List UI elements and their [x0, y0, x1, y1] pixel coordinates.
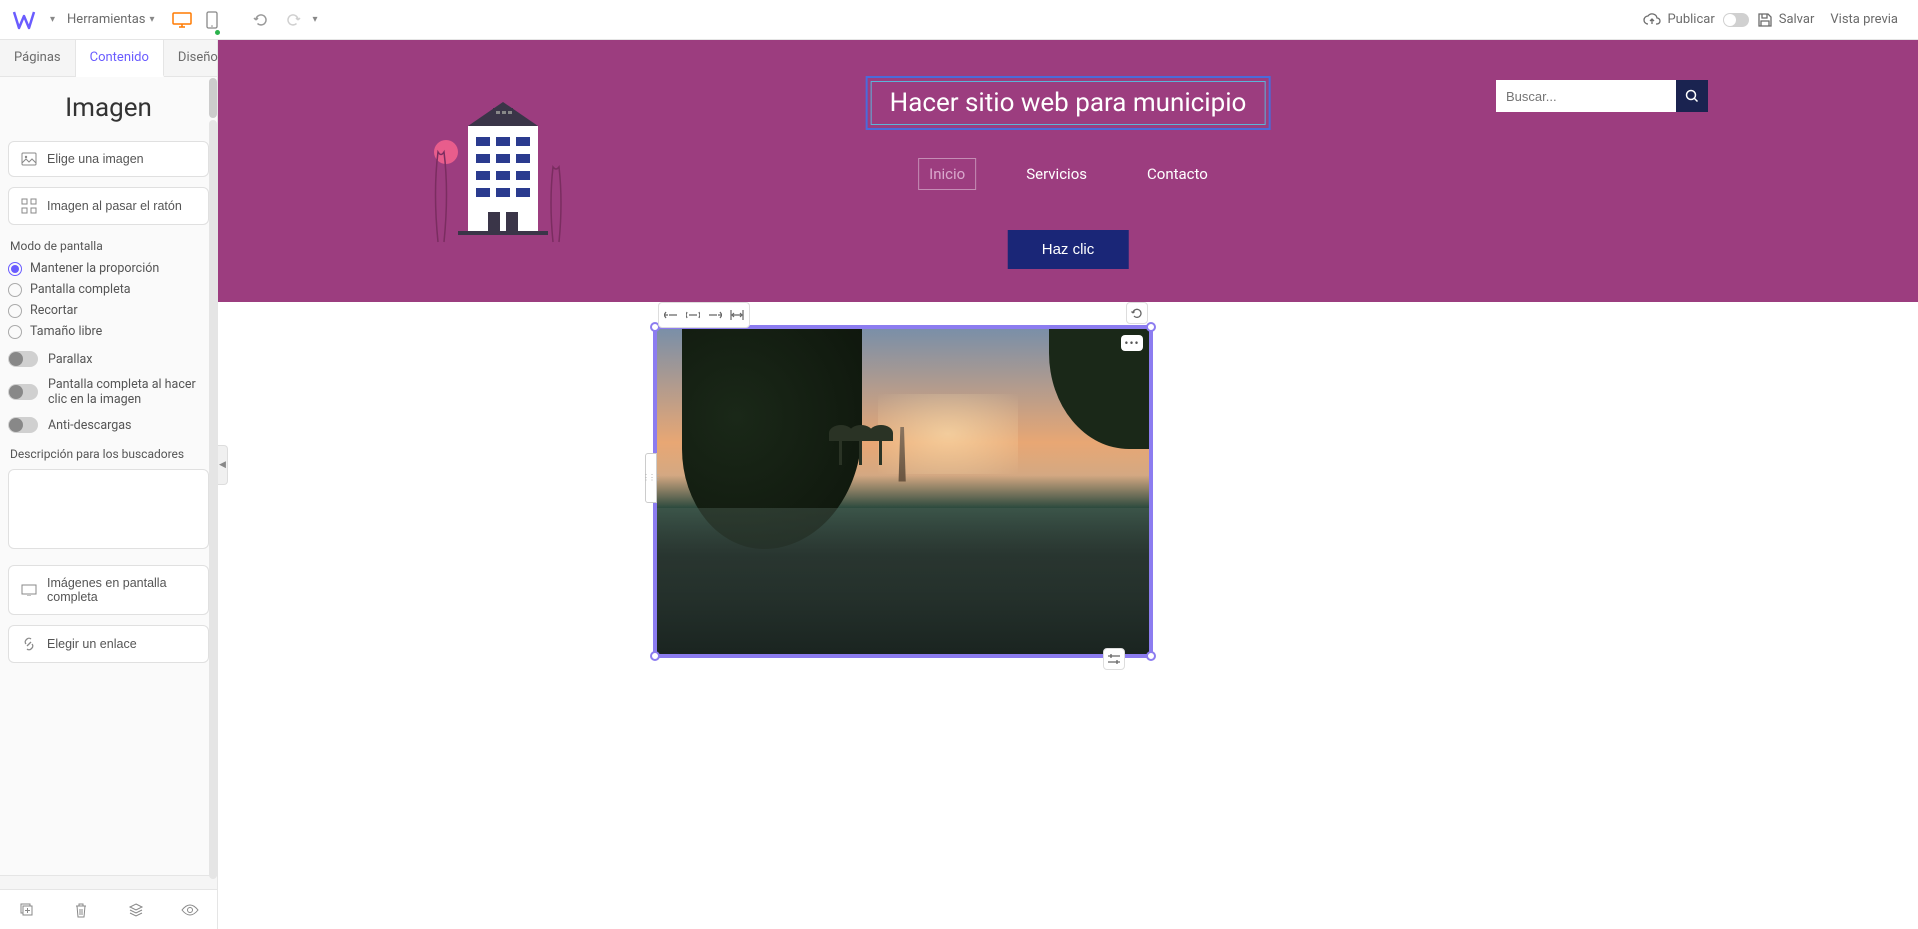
- selection-frame: ••• ⋮⋮⋮: [653, 325, 1153, 658]
- hover-image-button[interactable]: Imagen al pasar el ratón: [8, 187, 209, 225]
- status-dot-icon: [215, 30, 220, 35]
- preview-button[interactable]: Vista previa: [1822, 8, 1906, 31]
- layers-button[interactable]: [122, 896, 150, 924]
- rotate-button[interactable]: [1126, 302, 1148, 324]
- search-box: [1496, 80, 1708, 112]
- save-label: Salvar: [1779, 12, 1815, 27]
- history-dropdown[interactable]: ▾: [313, 14, 318, 25]
- screen-mode-label: Modo de pantalla: [10, 239, 209, 253]
- link-icon: [21, 636, 37, 652]
- radio-keep-ratio[interactable]: Mantener la proporción: [8, 261, 209, 276]
- top-toolbar: ▾ Herramientas ▾ ▾ Publicar Salvar Vista…: [0, 0, 1918, 40]
- parallax-toggle[interactable]: [8, 351, 38, 367]
- publish-button[interactable]: Publicar: [1643, 12, 1714, 27]
- anti-download-label: Anti-descargas: [48, 418, 132, 433]
- header-illustration: [428, 92, 573, 247]
- seo-desc-label: Descripción para los buscadores: [10, 447, 209, 461]
- radio-crop[interactable]: Recortar: [8, 303, 209, 318]
- align-left-button[interactable]: [661, 305, 681, 325]
- grid-icon: [21, 198, 37, 214]
- title-selection-frame[interactable]: Hacer sitio web para municipio: [866, 76, 1271, 130]
- save-icon: [1757, 12, 1773, 28]
- visibility-button[interactable]: [176, 896, 204, 924]
- search-icon: [1685, 89, 1699, 103]
- hover-image-label: Imagen al pasar el ratón: [47, 199, 182, 213]
- nav-home[interactable]: Inicio: [918, 158, 976, 190]
- anti-download-toggle-row: Anti-descargas: [8, 417, 209, 433]
- radio-icon: [8, 325, 22, 339]
- align-stretch-button[interactable]: [727, 305, 747, 325]
- tools-label: Herramientas: [67, 12, 145, 27]
- choose-link-label: Elegir un enlace: [47, 637, 137, 651]
- side-tabs: Páginas Contenido Diseño: [0, 40, 217, 77]
- screen-mode-radios: Mantener la proporción Pantalla completa…: [8, 261, 209, 339]
- nav-links: Inicio Servicios Contacto: [918, 158, 1218, 190]
- fullscreen-images-button[interactable]: Imágenes en pantalla completa: [8, 565, 209, 615]
- panel-title: Imagen: [8, 93, 209, 123]
- fullscreen-images-label: Imágenes en pantalla completa: [47, 576, 196, 604]
- bottom-actions: [0, 889, 217, 929]
- cloud-upload-icon: [1643, 13, 1661, 27]
- choose-image-button[interactable]: Elige una imagen: [8, 141, 209, 177]
- logo-dropdown[interactable]: ▾: [50, 14, 55, 25]
- canvas[interactable]: Hacer sitio web para municipio Inicio Se…: [218, 40, 1918, 929]
- side-panel: Páginas Contenido Diseño Imagen Elige un…: [0, 40, 218, 929]
- save-button[interactable]: Salvar: [1757, 12, 1815, 28]
- radio-fullscreen[interactable]: Pantalla completa: [8, 282, 209, 297]
- chevron-down-icon: ▾: [150, 14, 155, 25]
- nav-contact[interactable]: Contacto: [1137, 159, 1218, 189]
- choose-link-button[interactable]: Elegir un enlace: [8, 625, 209, 663]
- radio-free[interactable]: Tamaño libre: [8, 324, 209, 339]
- search-input[interactable]: [1496, 80, 1676, 112]
- fullscreen-click-label: Pantalla completa al hacer clic en la im…: [48, 377, 209, 407]
- horizontal-scrollbar[interactable]: [0, 875, 217, 889]
- monitor-icon: [21, 584, 37, 596]
- cta-button[interactable]: Haz clic: [1008, 230, 1129, 269]
- delete-button[interactable]: [67, 896, 95, 924]
- site-title[interactable]: Hacer sitio web para municipio: [890, 88, 1247, 118]
- align-right-button[interactable]: [705, 305, 725, 325]
- adjust-button[interactable]: [1103, 648, 1125, 670]
- site-header[interactable]: Hacer sitio web para municipio Inicio Se…: [218, 40, 1918, 302]
- publish-label: Publicar: [1667, 12, 1714, 27]
- redo-button[interactable]: [283, 10, 303, 30]
- content-image[interactable]: [657, 329, 1149, 654]
- fullscreen-click-toggle-row: Pantalla completa al hacer clic en la im…: [8, 377, 209, 407]
- anti-download-toggle[interactable]: [8, 417, 38, 433]
- search-button[interactable]: [1676, 80, 1708, 112]
- radio-icon: [8, 262, 22, 276]
- selected-image-block[interactable]: ••• ⋮⋮⋮: [653, 325, 1153, 658]
- align-toolbar: [658, 302, 750, 328]
- app-logo[interactable]: [12, 8, 36, 32]
- parallax-label: Parallax: [48, 352, 93, 367]
- tools-menu[interactable]: Herramientas ▾: [59, 8, 167, 31]
- desktop-view-button[interactable]: [169, 7, 195, 33]
- tab-content[interactable]: Contenido: [76, 40, 164, 77]
- parallax-toggle-row: Parallax: [8, 351, 209, 367]
- publish-toggle[interactable]: [1723, 13, 1749, 27]
- resize-handle-tr[interactable]: [1146, 322, 1156, 332]
- fullscreen-click-toggle[interactable]: [8, 384, 38, 400]
- image-more-menu[interactable]: •••: [1121, 335, 1143, 351]
- choose-image-label: Elige una imagen: [47, 152, 144, 166]
- radio-icon: [8, 283, 22, 297]
- align-center-button[interactable]: [683, 305, 703, 325]
- mobile-view-button[interactable]: [199, 7, 225, 33]
- nav-services[interactable]: Servicios: [1016, 159, 1097, 189]
- duplicate-button[interactable]: [13, 896, 41, 924]
- resize-handle-bl[interactable]: [650, 651, 660, 661]
- radio-icon: [8, 304, 22, 318]
- tab-pages[interactable]: Páginas: [0, 40, 76, 76]
- drag-grip[interactable]: ⋮⋮⋮: [645, 453, 657, 503]
- undo-button[interactable]: [251, 10, 271, 30]
- seo-desc-textarea[interactable]: [8, 469, 209, 549]
- preview-label: Vista previa: [1830, 12, 1898, 27]
- resize-handle-br[interactable]: [1146, 651, 1156, 661]
- image-icon: [21, 152, 37, 166]
- panel-collapse-handle[interactable]: ◀: [218, 445, 228, 485]
